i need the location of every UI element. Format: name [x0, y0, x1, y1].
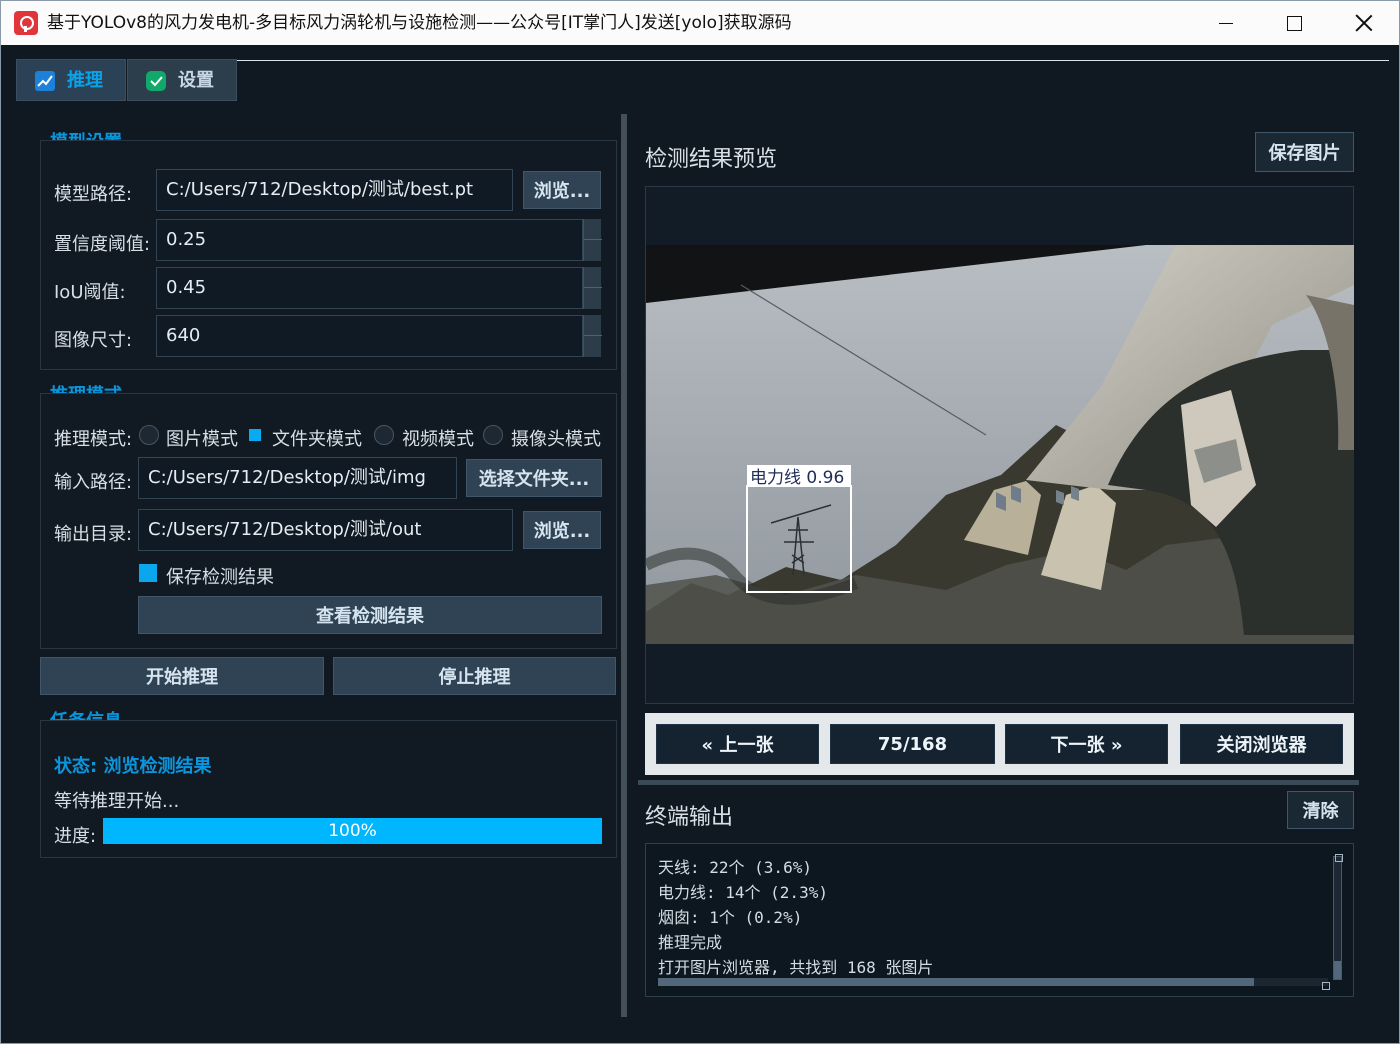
mode-label: 推理模式: [54, 429, 133, 450]
terminal-line: 天线: 22个 (3.6%) [658, 858, 812, 877]
terminal-title: 终端输出 [645, 805, 734, 830]
terminal-output[interactable]: 天线: 22个 (3.6%) 电力线: 14个 (2.3%) 烟囱: 1个 (0… [645, 843, 1354, 997]
save-image-button[interactable]: 保存图片 [1255, 132, 1354, 172]
scene-illustration: 电力线 0.96 [646, 245, 1354, 644]
title-bar: 基于YOLOv8的风力发电机-多目标风力涡轮机与设施检测——公众号[IT掌门人]… [1, 1, 1399, 45]
navigation-separator [638, 780, 1359, 785]
scroll-corner [1322, 982, 1330, 990]
status-text: 状态: 浏览检测结果 [54, 756, 212, 777]
chart-icon [35, 71, 55, 91]
image-mode-label[interactable]: 图片模式 [166, 425, 238, 451]
camera-mode-radio[interactable] [483, 425, 503, 445]
input-path-input[interactable]: C:/Users/712/Desktop/测试/img [138, 457, 457, 499]
next-image-button[interactable]: 下一张 » [1005, 724, 1168, 764]
output-browse-button[interactable]: 浏览... [523, 511, 601, 549]
application-window: 基于YOLOv8的风力发电机-多目标风力涡轮机与设施检测——公众号[IT掌门人]… [0, 0, 1400, 1044]
folder-mode-radio[interactable] [249, 429, 261, 441]
image-size-input[interactable]: 640 [156, 315, 583, 357]
save-results-label[interactable]: 保存检测结果 [166, 563, 274, 589]
maximize-icon [1286, 15, 1302, 31]
close-button[interactable] [1329, 1, 1399, 45]
window-title: 基于YOLOv8的风力发电机-多目标风力涡轮机与设施检测——公众号[IT掌门人]… [47, 13, 792, 33]
save-results-checkbox[interactable] [139, 564, 157, 582]
camera-mode-label[interactable]: 摄像头模式 [511, 425, 601, 451]
clear-terminal-button[interactable]: 清除 [1287, 791, 1354, 829]
check-icon [146, 71, 166, 91]
video-mode-label[interactable]: 视频模式 [402, 425, 474, 451]
progress-label: 进度: [54, 826, 97, 847]
output-dir-input[interactable]: C:/Users/712/Desktop/测试/out [138, 509, 513, 551]
tab-divider-line [237, 60, 1389, 61]
iou-input[interactable]: 0.45 [156, 267, 583, 309]
iou-stepper[interactable] [583, 267, 602, 309]
folder-mode-label[interactable]: 文件夹模式 [272, 425, 362, 451]
output-dir-label: 输出目录: [54, 524, 133, 545]
app-logo-icon [14, 11, 38, 35]
model-browse-button[interactable]: 浏览... [523, 171, 601, 209]
model-path-label: 模型路径: [54, 184, 133, 205]
image-mode-radio[interactable] [139, 425, 159, 445]
progress-text: 100% [328, 821, 377, 841]
confidence-stepper[interactable] [583, 219, 602, 261]
panel-divider[interactable] [621, 114, 627, 1017]
view-results-button[interactable]: 查看检测结果 [138, 596, 602, 634]
minimize-button[interactable] [1191, 1, 1261, 45]
iou-label: IoU阈值: [54, 282, 126, 303]
tab-settings-label: 设置 [178, 70, 214, 91]
terminal-line: 推理完成 [658, 933, 723, 952]
confidence-label: 置信度阈值: [54, 234, 151, 255]
confidence-input[interactable]: 0.25 [156, 219, 583, 261]
previous-image-button[interactable]: « 上一张 [656, 724, 819, 764]
preview-title: 检测结果预览 [645, 147, 778, 172]
progress-bar: 100% [103, 818, 602, 844]
select-folder-button[interactable]: 选择文件夹... [466, 459, 602, 497]
scroll-up-button[interactable] [1335, 854, 1343, 862]
maximize-button[interactable] [1259, 1, 1329, 45]
input-path-label: 输入路径: [54, 472, 133, 493]
model-path-input[interactable]: C:/Users/712/Desktop/测试/best.pt [156, 169, 513, 211]
tab-inference[interactable]: 推理 [16, 59, 126, 101]
image-size-label: 图像尺寸: [54, 330, 133, 351]
detection-label: 电力线 0.96 [750, 468, 844, 488]
tab-settings[interactable]: 设置 [127, 59, 237, 101]
video-mode-radio[interactable] [374, 425, 394, 445]
image-counter: 75/168 [830, 724, 995, 764]
start-inference-button[interactable]: 开始推理 [40, 657, 324, 695]
task-message: 等待推理开始... [54, 791, 180, 812]
image-size-stepper[interactable] [583, 315, 602, 357]
minimize-icon [1219, 22, 1233, 24]
close-icon [1355, 14, 1373, 32]
terminal-line: 打开图片浏览器, 共找到 168 张图片 [658, 958, 934, 977]
stop-inference-button[interactable]: 停止推理 [333, 657, 616, 695]
close-browser-button[interactable]: 关闭浏览器 [1180, 724, 1343, 764]
terminal-line: 烟囱: 1个 (0.2%) [658, 908, 803, 927]
terminal-horizontal-scrollbar[interactable] [658, 978, 1328, 986]
terminal-vertical-scrollbar[interactable] [1333, 856, 1342, 980]
tab-inference-label: 推理 [67, 70, 103, 91]
image-navigation-bar: « 上一张 75/168 下一张 » 关闭浏览器 [645, 713, 1354, 775]
terminal-line: 电力线: 14个 (2.3%) [658, 883, 828, 902]
detection-image: 电力线 0.96 [646, 245, 1354, 644]
